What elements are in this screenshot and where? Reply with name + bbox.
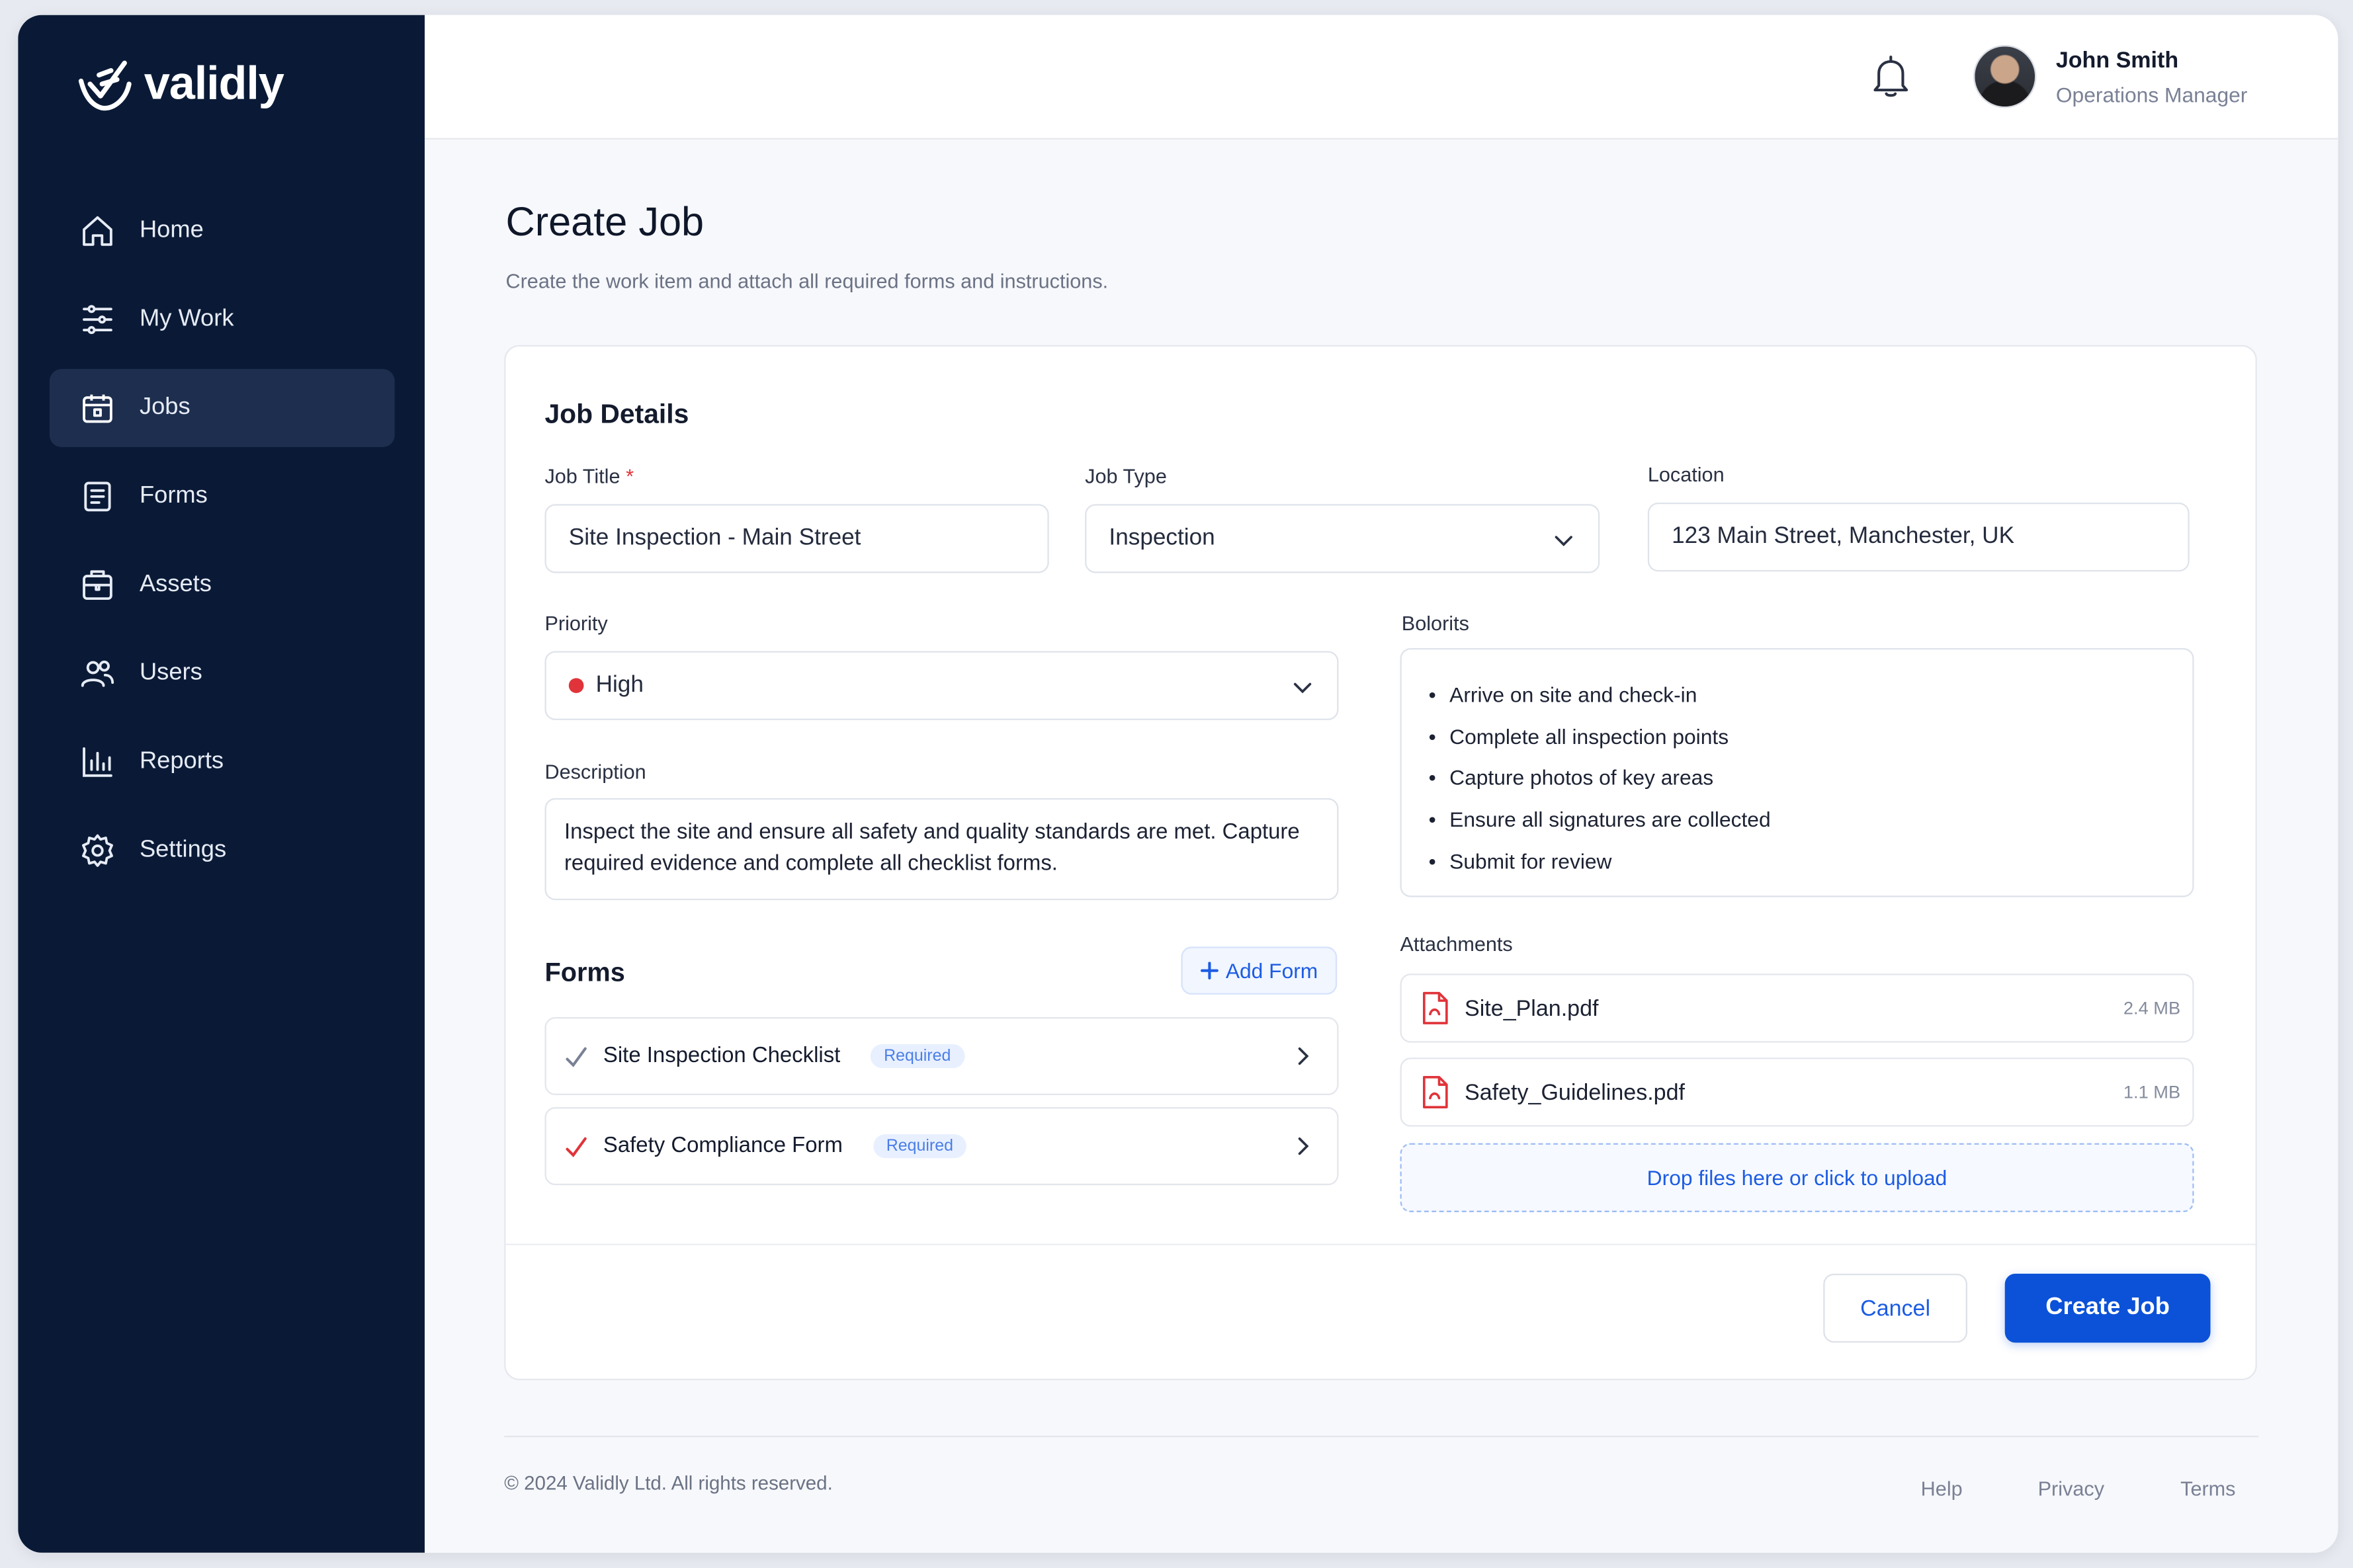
app-window: validly Home My Work Jobs Forms Assets U… bbox=[18, 15, 2338, 1553]
create-job-button[interactable]: Create Job bbox=[2004, 1273, 2211, 1343]
tasks-icon bbox=[83, 305, 112, 335]
list-item: Arrive on site and check-in bbox=[1429, 674, 2193, 716]
divider bbox=[504, 1435, 2259, 1438]
divider bbox=[505, 1243, 2256, 1245]
attachments-label: Attachments bbox=[1400, 933, 1513, 956]
list-item: Submit for review bbox=[1429, 840, 2193, 882]
sidebar-item-label: Assets bbox=[139, 571, 212, 597]
file-size: 2.4 MB bbox=[2123, 997, 2181, 1019]
status-badge: Required bbox=[873, 1134, 967, 1159]
description-label: Description bbox=[544, 761, 646, 784]
sidebar-item-label: Home bbox=[139, 217, 204, 243]
attachment-name: Safety_Guidelines.pdf bbox=[1465, 1079, 1685, 1105]
footer-link-help[interactable]: Help bbox=[1921, 1477, 1963, 1500]
briefcase-calendar-icon bbox=[83, 394, 112, 423]
job-title-input[interactable]: Site Inspection - Main Street bbox=[544, 504, 1049, 573]
priority-dot-icon bbox=[568, 678, 584, 694]
job-title-label-text: Job Title bbox=[544, 465, 620, 488]
bar-chart-icon bbox=[83, 747, 112, 777]
sidebar-item-forms[interactable]: Forms bbox=[50, 458, 395, 536]
location-label: Location bbox=[1647, 463, 1725, 486]
add-form-button[interactable]: Add Form bbox=[1181, 946, 1338, 995]
form-icon bbox=[84, 481, 111, 512]
pdf-file-icon bbox=[1422, 1075, 1448, 1108]
gear-icon bbox=[81, 834, 113, 867]
user-name: John Smith bbox=[2055, 48, 2179, 74]
steps-list[interactable]: Arrive on site and check-in Complete all… bbox=[1400, 647, 2194, 897]
attachment-name: Site_Plan.pdf bbox=[1465, 995, 1599, 1021]
section-title: Job Details bbox=[544, 399, 689, 429]
list-item: Ensure all signatures are collected bbox=[1429, 798, 2193, 840]
steps-label: Bolorits bbox=[1401, 612, 1469, 635]
priority-select[interactable]: High bbox=[544, 651, 1339, 720]
sidebar-item-home[interactable]: Home bbox=[50, 192, 395, 270]
form-name: Safety Compliance Form bbox=[603, 1134, 843, 1159]
priority-value: High bbox=[595, 672, 644, 698]
priority-label: Priority bbox=[544, 612, 608, 635]
add-form-label: Add Form bbox=[1225, 958, 1318, 983]
sidebar-item-assets[interactable]: Assets bbox=[50, 546, 395, 624]
list-item: Complete all inspection points bbox=[1429, 715, 2193, 757]
check-icon bbox=[566, 1047, 587, 1067]
brand-name: validly bbox=[144, 57, 284, 110]
page-title: Create Job bbox=[505, 199, 705, 245]
bell-icon[interactable] bbox=[1870, 54, 1912, 99]
sidebar-item-users[interactable]: Users bbox=[50, 635, 395, 713]
chevron-down-icon bbox=[1293, 682, 1312, 694]
attachment-item[interactable]: Site_Plan.pdf 2.4 MB bbox=[1400, 973, 2194, 1043]
check-icon bbox=[566, 1137, 587, 1157]
chevron-right-icon bbox=[1298, 1137, 1309, 1155]
sidebar-item-my-work[interactable]: My Work bbox=[50, 280, 395, 358]
cancel-button[interactable]: Cancel bbox=[1823, 1273, 1968, 1343]
main-content: Create Job Create the work item and atta… bbox=[424, 139, 2338, 1553]
form-list-item[interactable]: Site Inspection Checklist Required bbox=[544, 1017, 1339, 1096]
description-textarea[interactable]: Inspect the site and ensure all safety a… bbox=[544, 798, 1339, 901]
status-badge: Required bbox=[870, 1044, 964, 1069]
form-list-item[interactable]: Safety Compliance Form Required bbox=[544, 1107, 1339, 1186]
sidebar-nav: Home My Work Jobs Forms Assets Users Rep… bbox=[49, 192, 395, 900]
job-title-value: Site Inspection - Main Street bbox=[568, 524, 861, 551]
avatar[interactable] bbox=[1973, 45, 2037, 108]
sidebar-item-label: Reports bbox=[139, 748, 224, 774]
copyright-text: © 2024 Validly Ltd. All rights reserved. bbox=[504, 1471, 833, 1495]
sidebar-item-label: My Work bbox=[139, 306, 234, 332]
location-input[interactable]: 123 Main Street, Manchester, UK bbox=[1647, 502, 2190, 572]
page-subtitle: Create the work item and attach all requ… bbox=[505, 270, 1109, 293]
job-type-label: Job Type bbox=[1085, 465, 1167, 488]
job-type-select[interactable]: Inspection bbox=[1085, 504, 1600, 573]
file-size: 1.1 MB bbox=[2123, 1081, 2181, 1103]
home-icon bbox=[83, 216, 112, 246]
sidebar-item-label: Forms bbox=[139, 483, 208, 509]
pdf-file-icon bbox=[1422, 991, 1448, 1024]
job-type-value: Inspection bbox=[1109, 524, 1215, 551]
top-header: John Smith Operations Manager bbox=[424, 15, 2338, 140]
list-item: Capture photos of key areas bbox=[1429, 757, 2193, 798]
sidebar-item-label: Settings bbox=[139, 837, 227, 863]
brand-logo[interactable]: validly bbox=[75, 54, 284, 114]
assets-icon bbox=[83, 570, 112, 600]
users-icon bbox=[81, 660, 114, 687]
footer-link-terms[interactable]: Terms bbox=[2180, 1477, 2235, 1500]
sidebar: validly Home My Work Jobs Forms Assets U… bbox=[18, 15, 425, 1553]
sidebar-item-settings[interactable]: Settings bbox=[50, 811, 395, 889]
sidebar-item-jobs[interactable]: Jobs bbox=[49, 369, 395, 448]
required-mark: * bbox=[626, 465, 634, 488]
file-dropzone[interactable]: Drop files here or click to upload bbox=[1400, 1143, 2194, 1212]
attachment-item[interactable]: Safety_Guidelines.pdf 1.1 MB bbox=[1400, 1057, 2194, 1127]
sidebar-item-label: Jobs bbox=[139, 394, 191, 421]
job-title-label: Job Title * bbox=[544, 465, 634, 487]
chevron-down-icon bbox=[1555, 536, 1572, 547]
forms-title: Forms bbox=[544, 957, 625, 987]
validly-logo-icon bbox=[78, 60, 132, 111]
user-role: Operations Manager bbox=[2055, 82, 2248, 107]
sidebar-item-label: Users bbox=[139, 660, 202, 686]
plus-icon bbox=[1200, 962, 1219, 980]
footer-link-privacy[interactable]: Privacy bbox=[2038, 1477, 2104, 1500]
chevron-right-icon bbox=[1298, 1047, 1309, 1065]
location-value: 123 Main Street, Manchester, UK bbox=[1672, 523, 2015, 550]
form-name: Site Inspection Checklist bbox=[603, 1044, 841, 1069]
sidebar-item-reports[interactable]: Reports bbox=[50, 723, 395, 801]
job-details-card: Job Details Job Title * Job Type Locatio… bbox=[504, 345, 2257, 1381]
